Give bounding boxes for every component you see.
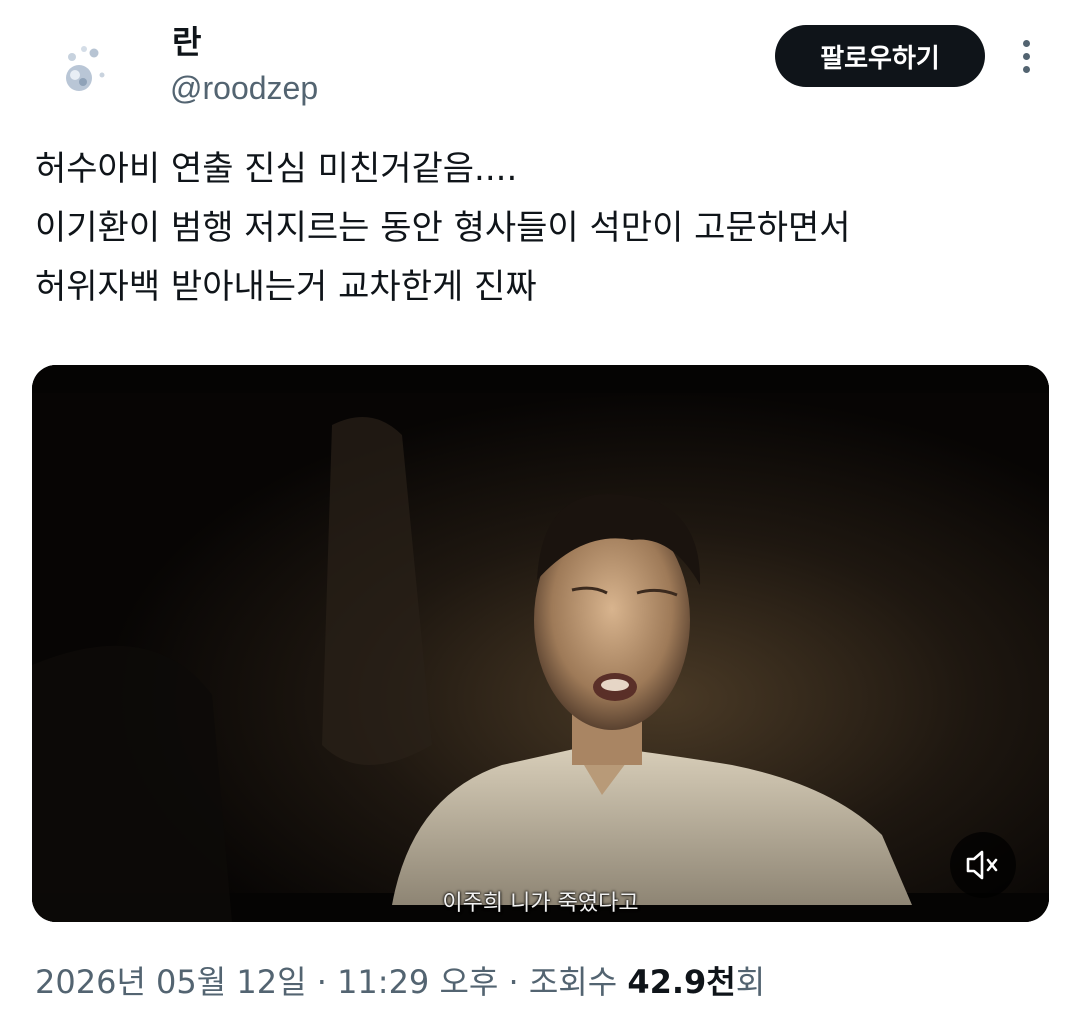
- mute-button[interactable]: [950, 832, 1016, 898]
- views-suffix: 회: [735, 963, 766, 1001]
- tweet-date[interactable]: 2026년 05월 12일: [35, 963, 307, 1001]
- separator: ·: [306, 963, 338, 1001]
- video-player[interactable]: 이주희 니가 죽였다고: [32, 365, 1049, 922]
- views-count: 42.9천: [627, 963, 736, 1001]
- tweet-line: 허위자백 받아내는거 교차한게 진짜: [35, 267, 537, 307]
- separator: ·: [498, 963, 529, 1001]
- views-label: 조회수: [528, 963, 618, 1001]
- video-frame: [32, 365, 1049, 922]
- tweet-time[interactable]: 11:29 오후: [337, 963, 498, 1001]
- follow-button[interactable]: 팔로우하기: [775, 25, 985, 87]
- more-vertical-icon[interactable]: [1008, 36, 1044, 76]
- tweet-text: 허수아비 연출 진심 미친거같음.... 이기환이 범행 저지르는 동안 형사들…: [35, 140, 1045, 317]
- tweet-metadata: 2026년 05월 12일 · 11:29 오후 · 조회수 42.9천회: [35, 958, 765, 1006]
- user-handle[interactable]: @roodzep: [170, 68, 318, 108]
- video-subtitle: 이주희 니가 죽였다고: [442, 891, 639, 916]
- avatar[interactable]: [48, 34, 122, 108]
- tweet-line: 허수아비 연출 진심 미친거같음....: [35, 149, 518, 189]
- volume-muted-icon: [966, 850, 998, 880]
- display-name[interactable]: 란: [172, 22, 201, 62]
- avatar-image: [48, 34, 122, 108]
- tweet-line: 이기환이 범행 저지르는 동안 형사들이 석만이 고문하면서: [35, 208, 851, 248]
